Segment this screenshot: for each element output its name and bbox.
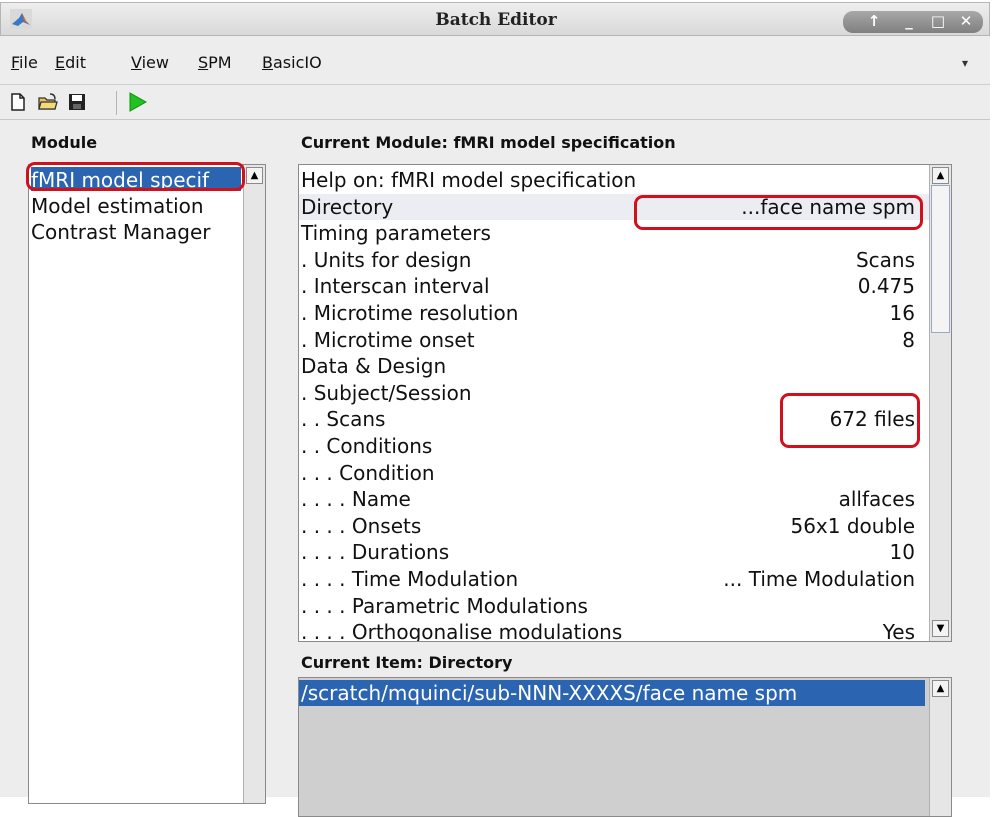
param-label: . . . . Orthogonalise modulations bbox=[301, 620, 623, 642]
toolbar bbox=[0, 84, 990, 120]
param-label: . . Scans bbox=[301, 407, 386, 432]
param-label: Timing parameters bbox=[301, 221, 491, 246]
param-value: 8 bbox=[902, 327, 915, 352]
param-label: . . . . Onsets bbox=[301, 513, 422, 538]
module-param-row[interactable]: . . . . Time Modulation ... Time Modulati… bbox=[299, 566, 929, 592]
scroll-up-icon[interactable]: ▲ bbox=[932, 680, 949, 697]
current-module-scrollbar[interactable]: ▲ ▼ bbox=[929, 165, 951, 641]
scroll-thumb[interactable] bbox=[931, 185, 950, 333]
module-param-row[interactable]: . . . . Onsets 56x1 double bbox=[299, 513, 929, 539]
toolbar-separator bbox=[116, 91, 117, 115]
param-label: . . . . Name bbox=[301, 487, 411, 512]
param-label: . . . Condition bbox=[301, 460, 435, 485]
current-item-header: Current Item: Directory bbox=[301, 653, 513, 672]
param-value: 0.475 bbox=[857, 274, 915, 299]
pin-icon[interactable]: ↑ bbox=[863, 12, 885, 30]
main-area: Module Current Module: fMRI model specif… bbox=[0, 120, 990, 817]
param-label: Data & Design bbox=[301, 354, 447, 379]
module-list[interactable]: fMRI model specif Model estimation Contr… bbox=[28, 164, 266, 804]
param-label: . . . . Time Modulation bbox=[301, 567, 519, 591]
param-label: . Microtime resolution bbox=[301, 301, 519, 325]
close-icon[interactable]: ✕ bbox=[955, 12, 977, 30]
param-label: . Subject/Session bbox=[301, 380, 472, 405]
menu-bar: File Edit View SPM BasicIO ▾ bbox=[0, 36, 990, 84]
title-bar: Batch Editor ↑ _ □ ✕ bbox=[0, 2, 990, 36]
module-param-row[interactable]: . . . . Parametric Modulations bbox=[299, 593, 929, 619]
param-label: Directory bbox=[301, 194, 394, 219]
param-value: Yes bbox=[882, 620, 915, 642]
floppy-disk-icon[interactable] bbox=[67, 92, 87, 112]
param-label: . . Conditions bbox=[301, 434, 433, 458]
scroll-up-icon[interactable]: ▲ bbox=[246, 167, 263, 184]
module-item-contrast-manager[interactable]: Contrast Manager bbox=[29, 219, 265, 245]
param-label: Help on: fMRI model specification bbox=[301, 168, 637, 192]
menu-overflow-icon[interactable]: ▾ bbox=[962, 56, 968, 70]
current-module-header: Current Module: fMRI model specification bbox=[301, 133, 676, 152]
param-label: . . . . Durations bbox=[301, 540, 450, 565]
menu-file[interactable]: File bbox=[11, 53, 38, 72]
module-item-label: Model estimation bbox=[31, 194, 204, 218]
module-param-row[interactable]: . Microtime onset 8 bbox=[299, 327, 929, 353]
module-param-row[interactable]: . Microtime resolution 16 bbox=[299, 300, 929, 326]
annotation-highlight bbox=[780, 393, 920, 448]
annotation-highlight bbox=[634, 195, 923, 230]
param-value: 10 bbox=[889, 540, 915, 565]
annotation-highlight bbox=[26, 162, 245, 191]
param-label: . Microtime onset bbox=[301, 327, 475, 352]
param-value: Scans bbox=[855, 247, 915, 272]
module-param-row[interactable]: Data & Design bbox=[299, 353, 929, 379]
module-list-scrollbar[interactable]: ▲ bbox=[243, 165, 265, 803]
param-label: . Interscan interval bbox=[301, 274, 490, 299]
module-item-model-estimation[interactable]: Model estimation bbox=[29, 193, 265, 219]
module-param-row[interactable]: . . . Condition bbox=[299, 460, 929, 486]
scroll-down-icon[interactable]: ▼ bbox=[932, 620, 949, 637]
current-item-selection[interactable]: /scratch/mquinci/sub-NNN-XXXXS/face name… bbox=[299, 680, 925, 706]
current-item-box[interactable]: /scratch/mquinci/sub-NNN-XXXXS/face name… bbox=[298, 677, 952, 817]
menu-spm[interactable]: SPM bbox=[198, 53, 232, 72]
param-label: . . . . Parametric Modulations bbox=[301, 593, 588, 618]
current-item-value: /scratch/mquinci/sub-NNN-XXXXS/face name… bbox=[301, 681, 798, 705]
param-value: 16 bbox=[889, 301, 915, 325]
open-folder-icon[interactable] bbox=[38, 92, 58, 112]
module-item-label: Contrast Manager bbox=[31, 220, 211, 244]
run-triangle-icon[interactable] bbox=[127, 92, 147, 112]
menu-view[interactable]: View bbox=[131, 53, 169, 72]
menu-edit[interactable]: Edit bbox=[55, 53, 86, 72]
window-controls: ↑ _ □ ✕ bbox=[843, 11, 983, 33]
module-header: Module bbox=[31, 133, 98, 152]
param-value: 56x1 double bbox=[790, 513, 915, 538]
module-param-row[interactable]: . Units for design Scans bbox=[299, 247, 929, 273]
maximize-icon[interactable]: □ bbox=[927, 12, 949, 30]
param-value: ... Time Modulation bbox=[723, 567, 915, 591]
module-param-row[interactable]: . . . . Durations 10 bbox=[299, 539, 929, 565]
minimize-icon[interactable]: _ bbox=[898, 12, 920, 30]
current-item-scrollbar[interactable]: ▲ bbox=[929, 678, 951, 816]
param-label: . Units for design bbox=[301, 247, 472, 272]
menu-basicio[interactable]: BasicIO bbox=[262, 53, 322, 72]
module-param-row[interactable]: . Interscan interval 0.475 bbox=[299, 273, 929, 299]
scroll-up-icon[interactable]: ▲ bbox=[932, 167, 949, 184]
module-param-row[interactable]: . . . . Orthogonalise modulations Yes bbox=[299, 619, 929, 642]
param-value: allfaces bbox=[838, 487, 915, 512]
module-param-row[interactable]: Help on: fMRI model specification bbox=[299, 167, 929, 193]
new-file-icon[interactable] bbox=[8, 92, 28, 112]
module-param-row[interactable]: . . . . Name allfaces bbox=[299, 486, 929, 512]
